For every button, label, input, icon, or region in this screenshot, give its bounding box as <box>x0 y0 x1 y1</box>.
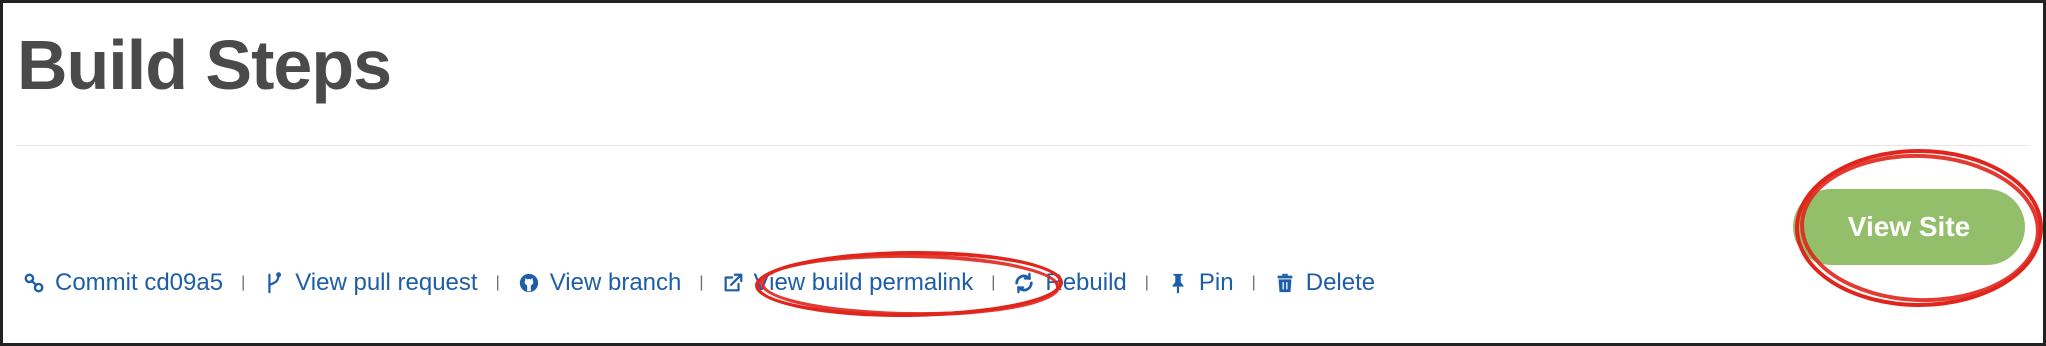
external-link-icon <box>722 272 744 294</box>
trash-icon <box>1274 272 1296 294</box>
delete-label: Delete <box>1305 269 1376 296</box>
commit-link[interactable]: Commit cd09a5 <box>23 269 223 297</box>
pull-request-label: View pull request <box>295 269 478 296</box>
pin-link[interactable]: Pin <box>1167 269 1234 297</box>
separator: | <box>241 274 246 291</box>
pin-icon <box>1167 272 1189 294</box>
commit-label: Commit cd09a5 <box>55 269 224 296</box>
view-branch-link[interactable]: View branch <box>518 269 682 297</box>
link-icon <box>23 272 45 294</box>
git-pull-request-icon <box>263 272 285 294</box>
github-icon <box>518 272 540 294</box>
page-title: Build Steps <box>17 26 392 104</box>
view-pull-request-link[interactable]: View pull request <box>263 269 478 297</box>
separator: | <box>1251 274 1256 291</box>
separator: | <box>495 274 500 291</box>
pin-label: Pin <box>1198 269 1234 296</box>
build-actions-bar: Commit cd09a5 | View pull request | View… <box>23 265 1375 301</box>
separator: | <box>1144 274 1149 291</box>
branch-label: View branch <box>549 269 682 296</box>
header-divider <box>17 145 2029 146</box>
delete-link[interactable]: Delete <box>1274 269 1375 297</box>
separator: | <box>699 274 704 291</box>
window-frame: Build Steps Commit cd09a5 | View pull re… <box>0 0 2046 346</box>
